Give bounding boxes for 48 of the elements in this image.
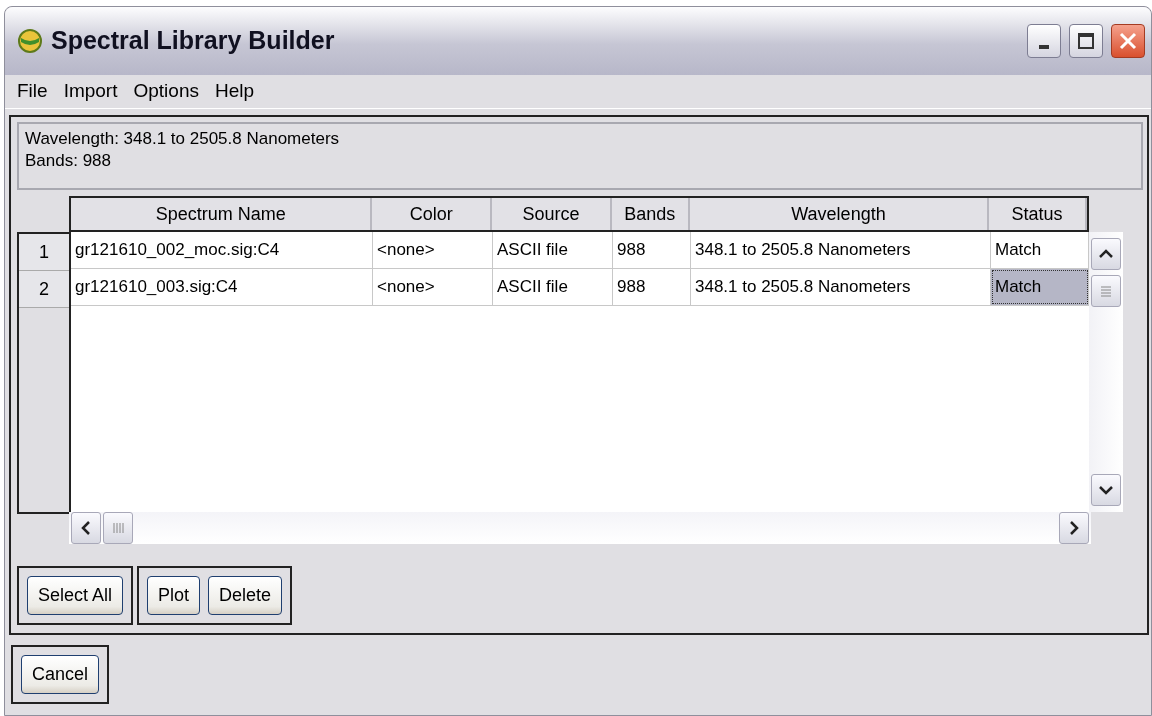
cancel-button[interactable]: Cancel	[21, 655, 100, 694]
table-cell: <none>	[373, 269, 493, 305]
scroll-down-button[interactable]	[1091, 474, 1121, 506]
chevron-down-icon	[1099, 485, 1113, 495]
vertical-scrollbar[interactable]	[1089, 232, 1123, 512]
action-button[interactable]: Delete	[208, 576, 283, 615]
globe-icon	[17, 28, 43, 54]
menu-item[interactable]: File	[9, 77, 56, 106]
chevron-left-icon	[81, 521, 91, 535]
menu-item[interactable]: Import	[55, 77, 126, 106]
menu-item[interactable]: Help	[206, 77, 263, 106]
scroll-thumb[interactable]	[103, 512, 133, 544]
menu-item[interactable]: Options	[125, 77, 207, 106]
horizontal-scrollbar[interactable]	[69, 512, 1091, 544]
row-header[interactable]: 2	[19, 271, 69, 308]
table-cell: <none>	[373, 232, 493, 268]
minimize-button[interactable]	[1027, 24, 1061, 58]
table-cell: ASCII file	[493, 232, 613, 268]
column-header[interactable]: Bands	[611, 198, 690, 230]
column-header[interactable]: Wavelength	[689, 198, 990, 230]
close-icon	[1118, 31, 1138, 51]
chevron-right-icon	[1069, 521, 1079, 535]
action-button[interactable]: Select All	[27, 576, 124, 615]
column-header[interactable]: Spectrum Name	[71, 198, 373, 230]
scroll-up-button[interactable]	[1091, 238, 1121, 270]
info-text: Wavelength: 348.1 to 2505.8 Nanometers	[25, 128, 341, 150]
table-cell: 988	[613, 232, 691, 268]
table-cell: Match	[991, 269, 1089, 305]
scroll-right-button[interactable]	[1059, 512, 1089, 544]
scroll-left-button[interactable]	[71, 512, 101, 544]
row-header[interactable]: 1	[19, 234, 69, 271]
column-header[interactable]: Source	[492, 198, 612, 230]
close-button[interactable]	[1111, 24, 1145, 58]
table-cell: 348.1 to 2505.8 Nanometers	[691, 232, 991, 268]
table-cell: 988	[613, 269, 691, 305]
column-header[interactable]: Status	[989, 198, 1087, 230]
column-header[interactable]: Color	[372, 198, 493, 230]
table-cell: gr121610_002_moc.sig:C4	[71, 232, 373, 268]
table-cell: gr121610_003.sig:C4	[71, 269, 373, 305]
info-text: Bands: 988	[25, 150, 112, 172]
maximize-button[interactable]	[1069, 24, 1103, 58]
table-cell: ASCII file	[493, 269, 613, 305]
maximize-icon	[1077, 32, 1095, 50]
window-title: Spectral Library Builder	[51, 25, 336, 57]
scroll-thumb[interactable]	[1091, 274, 1121, 307]
minimize-icon	[1039, 45, 1049, 49]
chevron-up-icon	[1099, 249, 1113, 259]
action-button[interactable]: Plot	[147, 576, 201, 615]
